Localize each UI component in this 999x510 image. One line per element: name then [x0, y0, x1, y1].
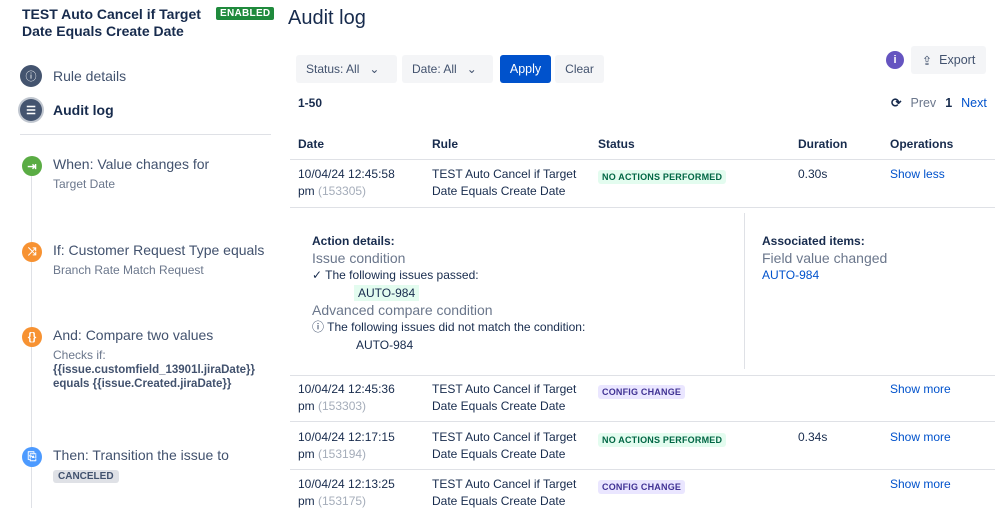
issue-key[interactable]: AUTO-984	[354, 285, 420, 301]
item-type: Field value changed	[762, 250, 888, 266]
execution-id: (153303)	[318, 399, 367, 413]
associated-items: Associated items: Field value changed AU…	[762, 233, 887, 284]
prev-button[interactable]: Prev	[910, 96, 936, 110]
status-lozenge: NO ACTIONS PERFORMED	[598, 170, 727, 184]
divider	[744, 213, 745, 369]
next-button[interactable]: Next	[961, 96, 987, 110]
step-sub: Branch Rate Match Request	[53, 263, 204, 277]
condition-title: Advanced compare condition	[312, 302, 493, 318]
export-icon: ⇪	[921, 53, 933, 68]
step-title: If: Customer Request Type equals	[53, 242, 265, 258]
condition-message: The following issues did not match the c…	[327, 320, 586, 334]
rule-cell: TEST Auto Cancel if Target Date Equals Cr…	[432, 430, 577, 461]
column-header: Operations	[890, 137, 954, 151]
info-icon: ⓘ	[312, 320, 328, 334]
divider	[290, 421, 995, 422]
column-header: Date	[298, 137, 325, 151]
step-title: When: Value changes for	[53, 156, 210, 172]
duration-cell: 0.34s	[798, 430, 828, 444]
toggle-details-link[interactable]: Show less	[890, 166, 945, 183]
toggle-details-link[interactable]: Show more	[890, 429, 951, 446]
step-title: And: Compare two values	[53, 327, 214, 343]
export-button[interactable]: ⇪ Export	[911, 46, 986, 74]
page-title: Audit log	[288, 7, 366, 29]
trigger-icon: ⇥	[22, 156, 42, 176]
date-cell: 10/04/24 12:17:15 pm (153194)	[298, 430, 395, 461]
info-icon[interactable]: i	[886, 51, 904, 69]
date-cell: 10/04/24 12:45:36 pm (153303)	[298, 382, 395, 413]
issue-key[interactable]: AUTO-984	[356, 337, 585, 354]
nav-rule-details[interactable]: ⓘ Rule details	[20, 65, 126, 87]
status-lozenge: NO ACTIONS PERFORMED	[598, 433, 727, 447]
status-badge: ENABLED	[216, 7, 275, 20]
braces-icon: {}	[22, 327, 42, 347]
divider	[290, 375, 995, 376]
toggle-details-link[interactable]: Show more	[890, 476, 951, 493]
step-expr: equals {{issue.Created.jiraDate}}	[53, 378, 232, 390]
refresh-icon[interactable]: ⟳	[891, 95, 901, 110]
toggle-details-link[interactable]: Show more	[890, 381, 951, 398]
filter-label: Date: All	[412, 62, 457, 76]
issue-link[interactable]: AUTO-984	[762, 267, 887, 284]
check-icon: ✓	[312, 268, 326, 282]
step-action[interactable]: ⎘ Then: Transition the issue to CANCELED	[22, 447, 229, 483]
status-lozenge: CONFIG CHANGE	[598, 480, 686, 494]
rule-cell: TEST Auto Cancel if Target Date Equals Cr…	[432, 382, 577, 413]
step-sub: Checks if:	[53, 348, 106, 362]
date-cell: 10/04/24 12:13:25 pm (153175)	[298, 477, 395, 508]
filter-label: Status: All	[306, 62, 360, 76]
info-icon: ⓘ	[20, 65, 42, 87]
step-sub: Target Date	[53, 177, 116, 191]
branch-icon: ⤨	[22, 242, 42, 262]
list-icon: ☰	[20, 99, 42, 121]
clear-button[interactable]: Clear	[555, 55, 604, 83]
result-range: 1-50	[298, 96, 323, 110]
status-lozenge: CANCELED	[53, 470, 119, 483]
column-header: Rule	[432, 137, 459, 151]
condition-title: Issue condition	[312, 250, 406, 266]
nav-label: Rule details	[53, 68, 127, 84]
status-filter[interactable]: Status: All ⌄	[296, 55, 397, 83]
rule-cell: TEST Auto Cancel if Target Date Equals Cr…	[432, 477, 577, 508]
date-filter[interactable]: Date: All ⌄	[402, 55, 493, 83]
rule-cell: TEST Auto Cancel if Target Date Equals Cr…	[432, 167, 577, 198]
divider	[290, 469, 995, 470]
nav-label: Audit log	[53, 102, 114, 118]
step-title: Then: Transition the issue to	[53, 447, 229, 463]
rule-title: TEST Auto Cancel if Target Date Equals C…	[22, 6, 201, 39]
section-heading: Associated items:	[762, 234, 865, 248]
chevron-down-icon: ⌄	[466, 62, 477, 76]
status-lozenge: CONFIG CHANGE	[598, 385, 686, 399]
column-header: Status	[598, 137, 635, 151]
step-condition[interactable]: ⤨ If: Customer Request Type equals Branc…	[22, 242, 264, 279]
step-expr: {{issue.customfield_13901l.jiraDate}}	[53, 364, 255, 376]
apply-button[interactable]: Apply	[500, 55, 551, 83]
execution-id: (153305)	[318, 184, 367, 198]
execution-id: (153194)	[318, 447, 367, 461]
condition-message: The following issues passed:	[325, 268, 479, 282]
nav-audit-log[interactable]: ☰ Audit log	[20, 99, 114, 121]
section-heading: Action details:	[312, 234, 395, 248]
export-label: Export	[939, 53, 976, 67]
current-page: 1	[945, 95, 953, 110]
step-compare[interactable]: {} And: Compare two values Checks if: {{…	[22, 327, 255, 390]
action-details: Action details: Issue condition ✓ The fo…	[312, 233, 585, 354]
column-header: Duration	[798, 137, 848, 151]
step-trigger[interactable]: ⇥ When: Value changes for Target Date	[22, 156, 209, 193]
divider	[20, 134, 271, 135]
date-cell: 10/04/24 12:45:58 pm (153305)	[298, 167, 395, 198]
divider	[290, 207, 995, 208]
action-icon: ⎘	[22, 447, 42, 467]
chevron-down-icon: ⌄	[369, 62, 380, 76]
divider	[290, 159, 995, 160]
execution-id: (153175)	[318, 494, 367, 508]
duration-cell: 0.30s	[798, 167, 828, 181]
